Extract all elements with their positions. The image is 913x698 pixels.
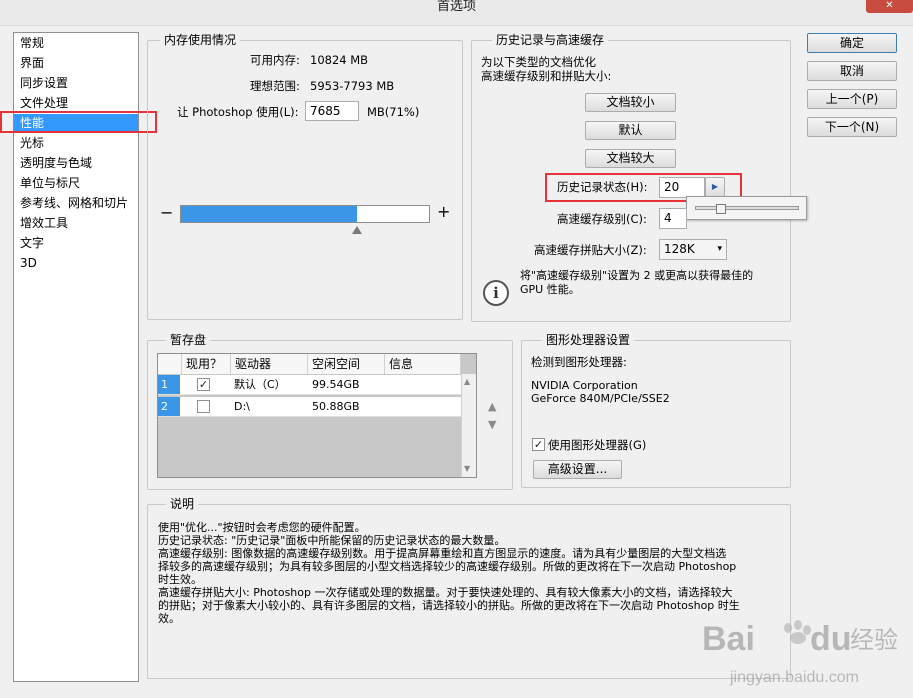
title-bar: 首选项 ✕ — [0, 0, 913, 26]
table-scrollbar[interactable]: ▲ ▼ — [461, 374, 476, 477]
history-states-slider-popup[interactable] — [686, 196, 807, 220]
optimize-for-label: 为以下类型的文档优化 — [481, 55, 596, 69]
gpu-vendor: NVIDIA Corporation — [531, 379, 638, 392]
description-text: 使用"优化..."按钮时会考虑您的硬件配置。 历史记录状态: "历史记录"面板中… — [158, 521, 740, 625]
gpu-settings-title: 图形处理器设置 — [542, 333, 635, 347]
free-space-cell: 50.88GB — [312, 400, 360, 413]
memory-percent-label: MB(71%) — [367, 105, 420, 119]
watermark-brand-suffix: du — [810, 620, 852, 658]
detected-gpu-label: 检测到图形处理器: — [531, 355, 627, 369]
window-title: 首选项 — [436, 0, 476, 14]
nav-item-transparency-gamut[interactable]: 透明度与色域 — [14, 154, 138, 173]
column-header-info[interactable]: 信息 — [385, 354, 461, 374]
cache-levels-input[interactable]: 4 — [659, 208, 687, 229]
nav-item-units-rulers[interactable]: 单位与标尺 — [14, 174, 138, 193]
nav-item-type[interactable]: 文字 — [14, 234, 138, 253]
nav-item-sync-settings[interactable]: 同步设置 — [14, 74, 138, 93]
history-states-slider-thumb[interactable] — [716, 204, 726, 214]
cache-tile-size-label: 高速缓存拼贴大小(Z): — [534, 243, 647, 257]
scratch-disk-table[interactable]: 现用？ 驱动器 空闲空间 信息 1 ✓ 默认（C） 99.54GB 2 D:\ … — [157, 353, 477, 478]
ideal-range-label: 理想范围: — [250, 79, 300, 93]
move-down-icon[interactable]: ▼ — [488, 418, 496, 432]
info-icon: i — [483, 280, 509, 306]
free-space-cell: 99.54GB — [312, 378, 360, 391]
cache-tile-size-value: 128K — [664, 242, 695, 256]
use-gpu-label[interactable]: 使用图形处理器(G) — [548, 438, 646, 452]
annotation-highlight-performance — [0, 111, 157, 133]
active-checkbox[interactable] — [197, 400, 210, 413]
row-number: 1 — [158, 375, 180, 394]
ideal-range-value: 5953-7793 MB — [310, 79, 395, 93]
big-and-flat-button[interactable]: 文档较大 — [585, 149, 676, 168]
memory-usage-input[interactable]: 7685 — [305, 101, 359, 121]
row-number: 2 — [158, 397, 180, 416]
baidu-paw-logo: Bai du 经验 jingyan.baidu.com — [702, 620, 898, 686]
drive-cell: D:\ — [234, 400, 250, 413]
history-cache-title: 历史记录与高速缓存 — [492, 33, 609, 47]
nav-item-general[interactable]: 常规 — [14, 34, 138, 53]
default-button[interactable]: 默认 — [585, 121, 676, 140]
column-header-free-space[interactable]: 空闲空间 — [308, 354, 385, 374]
ok-button[interactable]: 确定 — [807, 33, 897, 53]
memory-slider-thumb[interactable] — [352, 226, 362, 234]
decrease-memory-icon[interactable]: − — [160, 205, 173, 221]
column-header-drive[interactable]: 驱动器 — [231, 354, 308, 374]
active-checkbox[interactable]: ✓ — [197, 378, 210, 391]
memory-slider[interactable] — [180, 205, 430, 223]
watermark-cn-text: 经验 — [850, 626, 898, 654]
nav-item-cursors[interactable]: 光标 — [14, 134, 138, 153]
cache-tile-size-select[interactable]: 128K ▾ — [659, 239, 727, 260]
baidu-jingyan-watermark: Bai du 经验 jingyan.baidu.com — [700, 610, 910, 695]
column-header-active[interactable]: 现用？ — [182, 354, 231, 374]
gpu-model: GeForce 840M/PCIe/SSE2 — [531, 392, 670, 405]
memory-usage-group: 内存使用情况 — [147, 33, 463, 320]
table-corner — [158, 354, 182, 374]
nav-item-plugins[interactable]: 增效工具 — [14, 214, 138, 233]
gpu-tip-line1: 将"高速缓存级别"设置为 2 或更高以获得最佳的 — [520, 269, 754, 282]
scroll-down-icon[interactable]: ▼ — [464, 464, 470, 473]
cache-levels-label: 高速缓存级别(C): — [557, 212, 647, 226]
table-row[interactable]: 2 D:\ 50.88GB — [158, 397, 461, 417]
scroll-up-icon[interactable]: ▲ — [464, 377, 470, 386]
chevron-down-icon: ▾ — [717, 244, 722, 254]
drive-cell: 默认（C） — [234, 378, 286, 391]
nav-item-interface[interactable]: 界面 — [14, 54, 138, 73]
available-memory-value: 10824 MB — [310, 53, 369, 67]
description-title: 说明 — [166, 497, 199, 511]
tall-and-thin-button[interactable]: 文档较小 — [585, 93, 676, 112]
next-button[interactable]: 下一个(N) — [807, 117, 897, 137]
memory-usage-title: 内存使用情况 — [160, 33, 241, 47]
previous-button[interactable]: 上一个(P) — [807, 89, 897, 109]
cache-levels-tile-size-label: 高速缓存级别和拼贴大小: — [481, 69, 612, 83]
close-button[interactable]: ✕ — [866, 0, 913, 13]
available-memory-label: 可用内存: — [250, 53, 300, 67]
scratch-disks-title: 暂存盘 — [166, 333, 211, 347]
nav-item-guides-grid-slices[interactable]: 参考线、网格和切片 — [14, 194, 138, 213]
gpu-tip-line2: GPU 性能。 — [520, 283, 580, 296]
advanced-settings-button[interactable]: 高级设置... — [533, 460, 622, 479]
watermark-brand-text: Bai — [702, 620, 755, 658]
nav-item-3d[interactable]: 3D — [14, 254, 138, 273]
history-states-slider-track[interactable] — [695, 206, 799, 210]
memory-slider-fill — [181, 206, 357, 222]
cancel-button[interactable]: 取消 — [807, 61, 897, 81]
use-gpu-checkbox[interactable]: ✓ — [532, 438, 545, 451]
move-up-icon[interactable]: ▲ — [488, 400, 496, 414]
let-photoshop-use-label: 让 Photoshop 使用(L): — [177, 105, 299, 119]
increase-memory-icon[interactable]: + — [437, 204, 450, 220]
table-row[interactable]: 1 ✓ 默认（C） 99.54GB — [158, 375, 461, 395]
description-group: 说明 使用"优化..."按钮时会考虑您的硬件配置。 历史记录状态: "历史记录"… — [147, 497, 791, 679]
watermark-url: jingyan.baidu.com — [729, 669, 859, 686]
